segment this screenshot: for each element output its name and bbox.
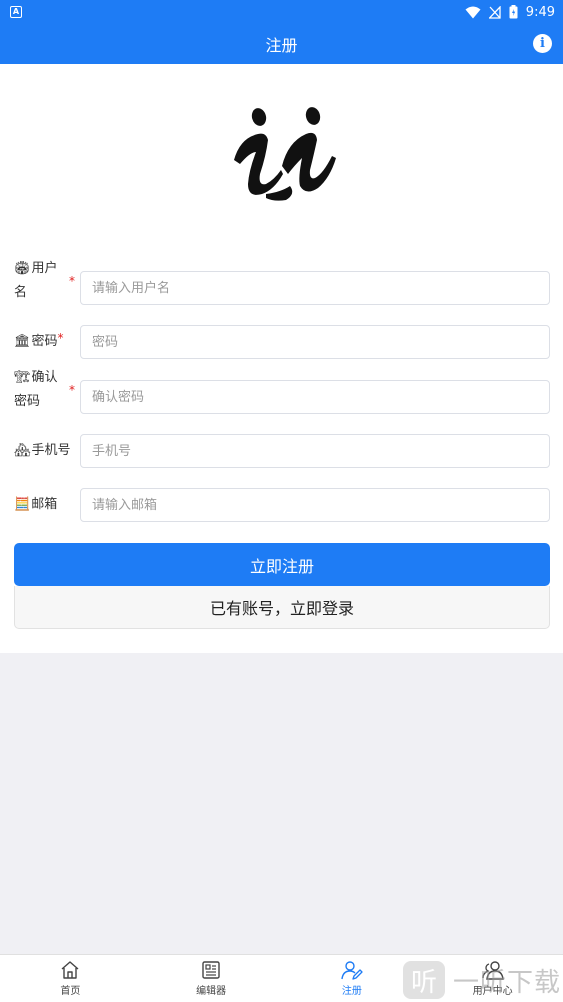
register-button[interactable]: 立即注册 <box>14 543 550 586</box>
confirm-password-row: 🏗确认密码 * <box>14 370 550 414</box>
user-center-icon <box>481 961 504 980</box>
tab-home-label: 首页 <box>60 986 81 997</box>
stadium-icon: 🏟 <box>14 261 31 276</box>
required-mark: * <box>57 331 64 345</box>
tab-user-center-label: 用户中心 <box>472 986 513 997</box>
phone-input[interactable] <box>80 434 550 468</box>
login-button[interactable]: 已有账号，立即登录 <box>14 586 550 629</box>
required-mark: * <box>69 274 75 288</box>
bank-icon: 🏛 <box>14 334 31 349</box>
battery-icon <box>509 5 518 19</box>
notification-icon: A <box>10 6 22 18</box>
password-row: 🏛 密码 * <box>14 325 550 359</box>
info-icon[interactable]: i <box>533 34 552 53</box>
tab-register-label: 注册 <box>341 986 362 997</box>
status-bar: A 9:49 <box>0 0 563 24</box>
page-title: 注册 <box>265 36 298 55</box>
phone-label-text: 手机号 <box>31 443 71 458</box>
wifi-icon <box>465 6 481 18</box>
confirm-password-input[interactable] <box>80 380 550 414</box>
phone-row: 🏘 手机号 <box>14 434 550 468</box>
confirm-password-label: 🏗确认密码 * <box>14 370 80 421</box>
app-header: 注册 i <box>0 24 563 64</box>
construction-icon: 🏗 <box>14 370 31 385</box>
email-input[interactable] <box>80 488 550 522</box>
tab-editor[interactable]: 编辑器 <box>141 955 282 1002</box>
tab-user-center[interactable]: 用户中心 <box>422 955 563 1002</box>
tab-editor-label: 编辑器 <box>196 986 227 997</box>
username-input[interactable] <box>80 271 550 305</box>
bottom-tab-bar: 首页 编辑器 注册 用户中心 <box>0 954 563 1002</box>
abacus-icon: 🧮 <box>14 497 31 512</box>
status-time: 9:49 <box>525 4 555 20</box>
home-icon <box>61 961 79 979</box>
signal-icon <box>488 5 501 19</box>
app-logo <box>226 94 340 208</box>
register-card: 🏟用户名 * 🏛密码* 🏗确认密码 * 🏘手机号 🧮邮箱 <box>0 64 563 653</box>
username-label: 🏟用户名 * <box>14 261 80 312</box>
email-label-text: 邮箱 <box>31 497 58 512</box>
password-label: 🏛 密码 * <box>14 330 80 354</box>
houses-icon: 🏘 <box>14 443 31 458</box>
username-row: 🏟用户名 * <box>14 261 550 305</box>
email-label: 🧮 邮箱 <box>14 493 80 517</box>
tab-register[interactable]: 注册 <box>282 955 423 1002</box>
email-row: 🧮 邮箱 <box>14 488 550 522</box>
editor-icon <box>202 961 220 979</box>
tab-home[interactable]: 首页 <box>0 955 141 1002</box>
register-icon <box>341 961 363 980</box>
required-mark: * <box>69 383 75 397</box>
password-label-text: 密码 <box>31 334 58 349</box>
phone-label: 🏘 手机号 <box>14 439 80 463</box>
password-input[interactable] <box>80 325 550 359</box>
